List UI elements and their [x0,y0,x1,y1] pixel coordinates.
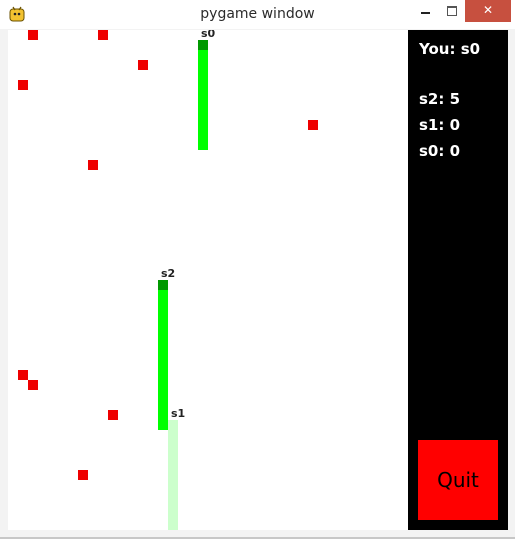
snake-body-segment [158,340,168,350]
snake-body-segment [158,420,168,430]
snake-body-segment [158,380,168,390]
snake-body-segment [168,430,178,440]
food-pellet [18,370,28,380]
minimize-button[interactable] [412,0,439,22]
maximize-button[interactable] [439,0,465,22]
snake-body-segment [158,410,168,420]
food-pellet [138,60,148,70]
snake-head [158,280,168,290]
snake-body-segment [158,310,168,320]
snake-body-segment [158,330,168,340]
snake-name-label: s0 [201,30,216,40]
window-border-left [0,29,8,531]
snake-body-segment [158,360,168,370]
snake-body-segment [168,460,178,470]
snake-body-segment [158,370,168,380]
food-pellet [308,120,318,130]
snake-body-segment [158,290,168,300]
snake-name-label: s2 [161,267,176,280]
snake-body-segment [168,470,178,480]
food-pellet [28,380,38,390]
snake-body-segment [168,500,178,510]
snake-body-segment [198,110,208,120]
snake-body-segment [198,130,208,140]
snake-body-segment [198,80,208,90]
close-icon: ✕ [482,3,494,17]
snake-head [168,420,178,430]
snake-body-segment [158,350,168,360]
quit-button[interactable]: Quit [418,440,498,520]
snake-body-segment [168,450,178,460]
snake-body-segment [198,140,208,150]
maximize-icon [447,6,457,16]
food-pellet [88,160,98,170]
score-entry: s1: 0 [419,116,461,134]
snake-body-segment [158,390,168,400]
snake-body-segment [198,60,208,70]
snake-body-segment [168,510,178,520]
food-pellet [108,410,118,420]
minimize-icon [421,12,430,14]
score-entry: s2: 5 [419,90,461,108]
snake-body-segment [198,100,208,110]
score-entry: s0: 0 [419,142,461,160]
current-player-label: You: s0 [419,40,481,58]
game-board[interactable]: s0 s2 s1 [8,30,408,530]
snake-body-segment [168,480,178,490]
snake-name-label: s1 [171,407,186,420]
food-pellet [28,30,38,40]
snake-body-segment [198,50,208,60]
snake-body-segment [198,90,208,100]
app-window: pygame window ✕ s0 s2 s1 You: s0 s2: 5 s1:… [0,0,515,539]
snake-head [198,40,208,50]
food-pellet [78,470,88,480]
close-button[interactable]: ✕ [465,0,511,22]
snake-body-segment [158,400,168,410]
title-bar[interactable]: pygame window ✕ [0,0,515,29]
food-pellet [98,30,108,40]
snake-body-segment [168,490,178,500]
snake-body-segment [158,300,168,310]
snake-body-segment [168,440,178,450]
snake-body-segment [158,320,168,330]
snake-body-segment [168,520,178,530]
side-panel: You: s0 s2: 5 s1: 0 s0: 0 Quit [408,30,508,530]
scoreboard: s2: 5 s1: 0 s0: 0 [419,90,460,168]
snake-body-segment [198,120,208,130]
snake-body-segment [198,70,208,80]
food-pellet [18,80,28,90]
